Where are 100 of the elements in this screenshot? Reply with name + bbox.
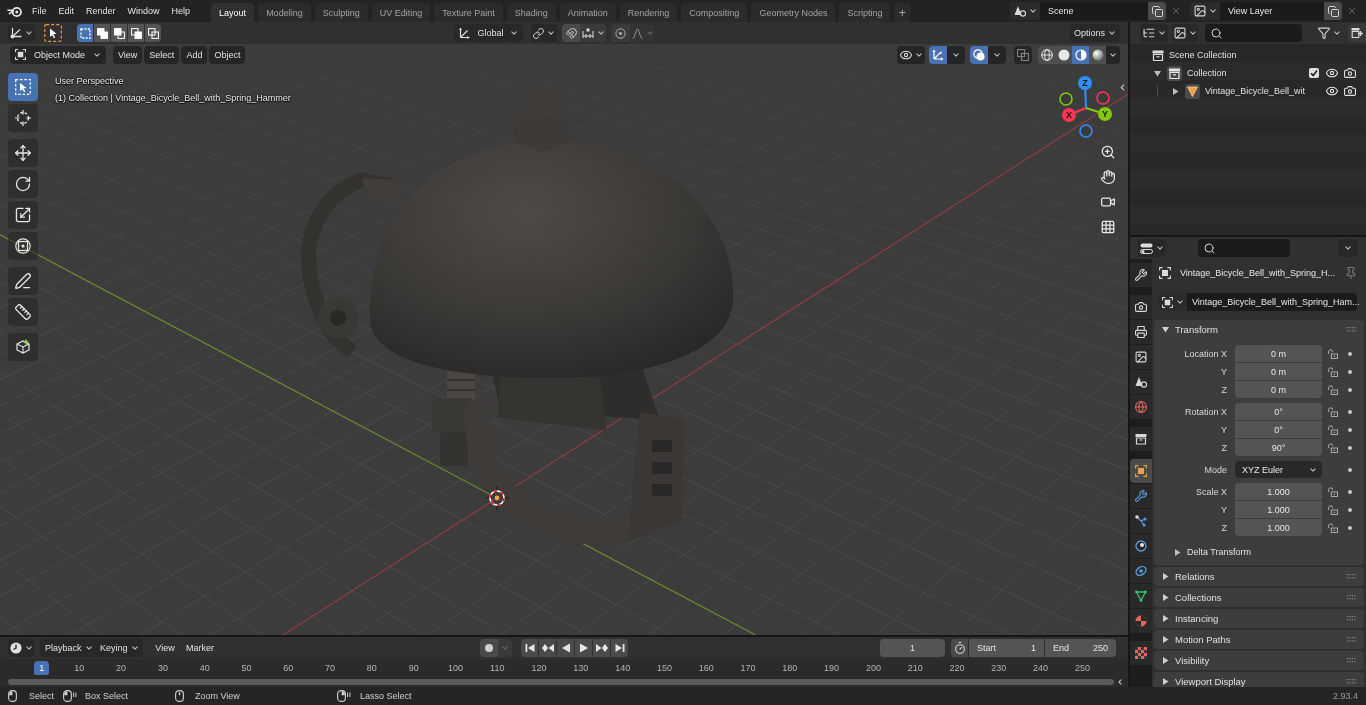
panel-header[interactable]: Relations xyxy=(1154,567,1364,586)
workspace-tab[interactable]: Compositing xyxy=(681,3,748,22)
expand-triangle-icon[interactable] xyxy=(1171,87,1179,95)
menu-item[interactable]: View xyxy=(152,639,178,657)
data-browse-button[interactable] xyxy=(1159,293,1187,311)
camera-icon[interactable] xyxy=(1344,85,1356,97)
outliner-item-label[interactable]: Collection xyxy=(1187,68,1227,78)
open-lock-icon[interactable] xyxy=(1328,504,1338,515)
subpanel-header[interactable]: Delta Transform xyxy=(1154,542,1364,562)
panel-header[interactable]: Visibility xyxy=(1154,651,1364,670)
selection-mode-button[interactable] xyxy=(145,24,161,42)
search-field[interactable] xyxy=(1198,239,1290,257)
gizmo-toggle[interactable] xyxy=(929,45,947,64)
mode-dropdown[interactable]: Object Mode xyxy=(10,45,106,64)
selection-mode-button[interactable] xyxy=(128,24,144,42)
menu-item[interactable]: Window xyxy=(121,2,166,20)
tool-button[interactable] xyxy=(8,73,38,101)
keyframe-dot-icon[interactable] xyxy=(1348,427,1352,432)
scene-name-field[interactable]: Scene xyxy=(1040,2,1148,20)
end-frame-field[interactable]: End 250 xyxy=(1045,639,1116,657)
selection-mode-button[interactable] xyxy=(77,24,93,42)
workspace-tab[interactable]: Layout xyxy=(211,3,255,22)
view-layer-name-field[interactable]: View Layer xyxy=(1220,2,1324,20)
playback-button[interactable] xyxy=(539,639,556,657)
new-collection-button[interactable] xyxy=(1348,24,1366,42)
keyframe-dot-icon[interactable] xyxy=(1348,445,1352,450)
tool-button[interactable] xyxy=(8,333,38,361)
negative-axis-handle[interactable] xyxy=(1059,92,1073,106)
open-lock-icon[interactable] xyxy=(1328,384,1338,395)
editor-type-button[interactable] xyxy=(8,24,35,42)
keyframe-dot-icon[interactable] xyxy=(1348,525,1352,530)
tool-button[interactable] xyxy=(8,232,38,260)
properties-tab[interactable] xyxy=(1130,609,1152,633)
properties-tab[interactable] xyxy=(1130,427,1152,451)
playback-button[interactable] xyxy=(575,639,592,657)
playback-button[interactable] xyxy=(611,639,628,657)
workspace-tab[interactable]: Animation xyxy=(559,3,616,22)
keyframe-dot-icon[interactable] xyxy=(1348,387,1352,392)
properties-tab[interactable] xyxy=(1130,534,1152,558)
pivot-dropdown[interactable] xyxy=(531,24,557,42)
keyframe-dot-icon[interactable] xyxy=(1348,489,1352,494)
selection-mode-button[interactable] xyxy=(94,24,110,42)
expand-triangle-icon[interactable] xyxy=(1153,69,1161,77)
expand-triangle-icon[interactable] xyxy=(1162,615,1169,622)
open-lock-icon[interactable] xyxy=(1328,486,1338,497)
mode-dropdown[interactable]: XYZ Euler xyxy=(1235,461,1322,478)
workspace-tab[interactable]: Texture Paint xyxy=(434,3,503,22)
menu-item[interactable]: Marker xyxy=(182,639,218,657)
number-field[interactable]: 1.000 xyxy=(1235,483,1322,500)
shading-mode-button[interactable] xyxy=(1055,45,1072,64)
playback-button[interactable] xyxy=(521,639,538,657)
playback-button[interactable] xyxy=(593,639,610,657)
panel-header[interactable]: Motion Paths xyxy=(1154,630,1364,649)
open-lock-icon[interactable] xyxy=(1328,442,1338,453)
expand-triangle-icon[interactable] xyxy=(1162,326,1169,333)
view-layer-browse-button[interactable] xyxy=(1190,2,1220,20)
proportional-edit-toggle[interactable] xyxy=(611,24,630,42)
axis-handle[interactable]: Z xyxy=(1078,76,1092,109)
display-mode-dropdown[interactable] xyxy=(1172,24,1198,42)
workspace-tab[interactable]: UV Editing xyxy=(371,3,431,22)
editor-type-button[interactable] xyxy=(1138,239,1166,257)
record-button[interactable] xyxy=(480,639,498,657)
menu-dropdown[interactable]: Keying xyxy=(95,639,143,657)
menu-item[interactable]: Render xyxy=(80,2,122,20)
menu-dropdown[interactable]: Playback xyxy=(40,639,95,657)
copy-button[interactable] xyxy=(1148,2,1166,20)
eye-icon[interactable] xyxy=(1326,67,1338,79)
timer-button[interactable] xyxy=(951,639,968,657)
data-name-field[interactable]: Vintage_Bicycle_Bell_with_Spring_Ham... xyxy=(1187,293,1357,311)
workspace-tab[interactable]: Modeling xyxy=(258,3,311,22)
menu-item[interactable]: View xyxy=(113,45,143,64)
camera-icon[interactable] xyxy=(1344,67,1356,79)
open-lock-icon[interactable] xyxy=(1328,348,1338,359)
panel-header[interactable]: Transform xyxy=(1154,320,1364,339)
properties-tab[interactable] xyxy=(1130,509,1152,533)
number-field[interactable]: 0 m xyxy=(1235,345,1322,362)
workspace-tab[interactable]: Rendering xyxy=(619,3,678,22)
open-lock-icon[interactable] xyxy=(1328,406,1338,417)
negative-axis-handle[interactable] xyxy=(1096,91,1110,105)
number-field[interactable]: 1.000 xyxy=(1235,501,1322,518)
number-field[interactable]: 0 m xyxy=(1235,363,1322,380)
copy-button[interactable] xyxy=(1324,2,1342,20)
workspace-tab[interactable]: Shading xyxy=(506,3,556,22)
expand-triangle-icon[interactable] xyxy=(1174,548,1181,556)
shading-mode-button[interactable] xyxy=(1089,45,1106,64)
keyframe-dot-icon[interactable] xyxy=(1348,409,1352,414)
expand-triangle-icon[interactable] xyxy=(1162,594,1169,601)
expand-triangle-icon[interactable] xyxy=(1162,678,1169,685)
active-tool-button[interactable] xyxy=(44,24,62,42)
editor-type-button[interactable] xyxy=(8,639,34,657)
menu-item[interactable]: Object xyxy=(209,45,246,64)
properties-tab[interactable] xyxy=(1130,459,1152,483)
pin-icon[interactable] xyxy=(1345,267,1357,279)
panel-header[interactable]: Collections xyxy=(1154,588,1364,607)
start-frame-field[interactable]: Start 1 xyxy=(969,639,1044,657)
orientation-dropdown[interactable]: Global xyxy=(454,24,523,42)
tool-button[interactable] xyxy=(8,267,38,295)
search-field[interactable] xyxy=(1205,24,1302,42)
menu-item[interactable]: Edit xyxy=(52,2,81,20)
add-workspace-button[interactable]: + xyxy=(894,3,910,22)
